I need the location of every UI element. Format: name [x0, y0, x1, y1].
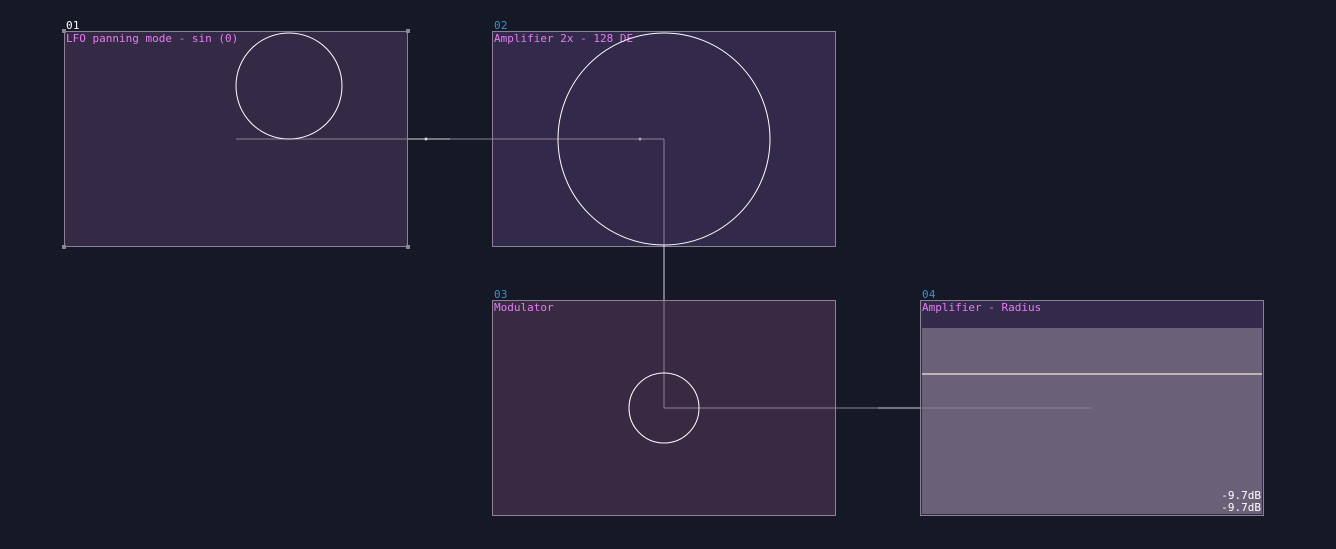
lfo-circle-shape — [235, 32, 343, 140]
port-dot-02[interactable] — [638, 137, 642, 141]
wires-layer — [235, 32, 1262, 444]
port-dot-01[interactable] — [424, 137, 428, 141]
patch-canvas[interactable]: 01 LFO panning mode - sin (0) 02 Amplifi… — [0, 0, 1336, 549]
